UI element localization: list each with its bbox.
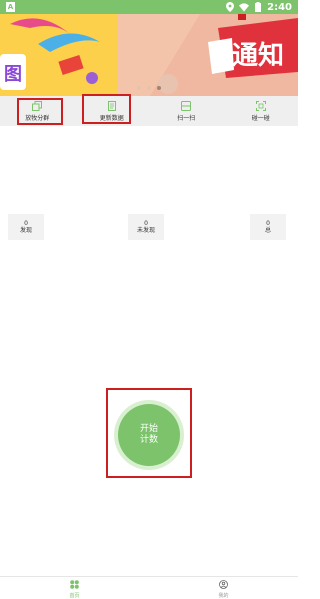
carousel-dot[interactable] [137, 86, 141, 90]
banner-image: 图 通知 [0, 14, 298, 96]
home-grid-icon [70, 574, 79, 593]
highlight-box [82, 94, 131, 124]
carousel-dot-active[interactable] [157, 86, 161, 90]
menu-scan[interactable]: 扫一扫 [149, 96, 224, 126]
bottom-nav: 首页 我的 [0, 574, 298, 599]
notification-icon: A [6, 2, 15, 12]
status-icons: 2:40 [225, 0, 292, 14]
start-button-line1: 开始 [139, 424, 158, 434]
menu-label: 碰一碰 [251, 114, 270, 122]
nav-label: 我的 [218, 592, 229, 599]
svg-text:图: 图 [4, 64, 22, 85]
clock: 2:40 [267, 1, 292, 13]
wifi-icon [239, 2, 250, 12]
carousel-dot[interactable] [147, 86, 151, 90]
nav-mine[interactable]: 我的 [149, 574, 298, 599]
nfc-icon [255, 100, 266, 111]
start-count-button[interactable]: 开始 计数 [118, 404, 180, 466]
person-icon [219, 574, 228, 593]
battery-icon [253, 2, 263, 12]
menu-nfc-touch[interactable]: 碰一碰 [224, 96, 299, 126]
stat-value: 0 [24, 219, 28, 227]
stat-label: 总 [264, 226, 271, 234]
scan-icon [181, 100, 192, 111]
nav-label: 首页 [69, 592, 80, 599]
stat-label: 未发现 [136, 226, 155, 234]
stat-value: 0 [144, 219, 148, 227]
stat-value: 0 [266, 219, 270, 227]
banner-slide-text: 通知 [232, 41, 284, 71]
banner-carousel[interactable]: 图 通知 [0, 14, 298, 96]
highlight-box [17, 98, 63, 125]
carousel-dots[interactable] [0, 86, 298, 90]
status-bar: A 2:40 [0, 0, 298, 14]
start-button-line2: 计数 [139, 435, 158, 445]
stat-not-found: 0 未发现 [128, 214, 164, 240]
location-icon [225, 2, 235, 12]
stat-found: 0 发现 [8, 214, 44, 240]
menu-label: 扫一扫 [177, 114, 196, 122]
nav-home[interactable]: 首页 [0, 574, 149, 599]
stat-label: 发现 [19, 226, 32, 234]
stat-total: 0 总 [250, 214, 286, 240]
